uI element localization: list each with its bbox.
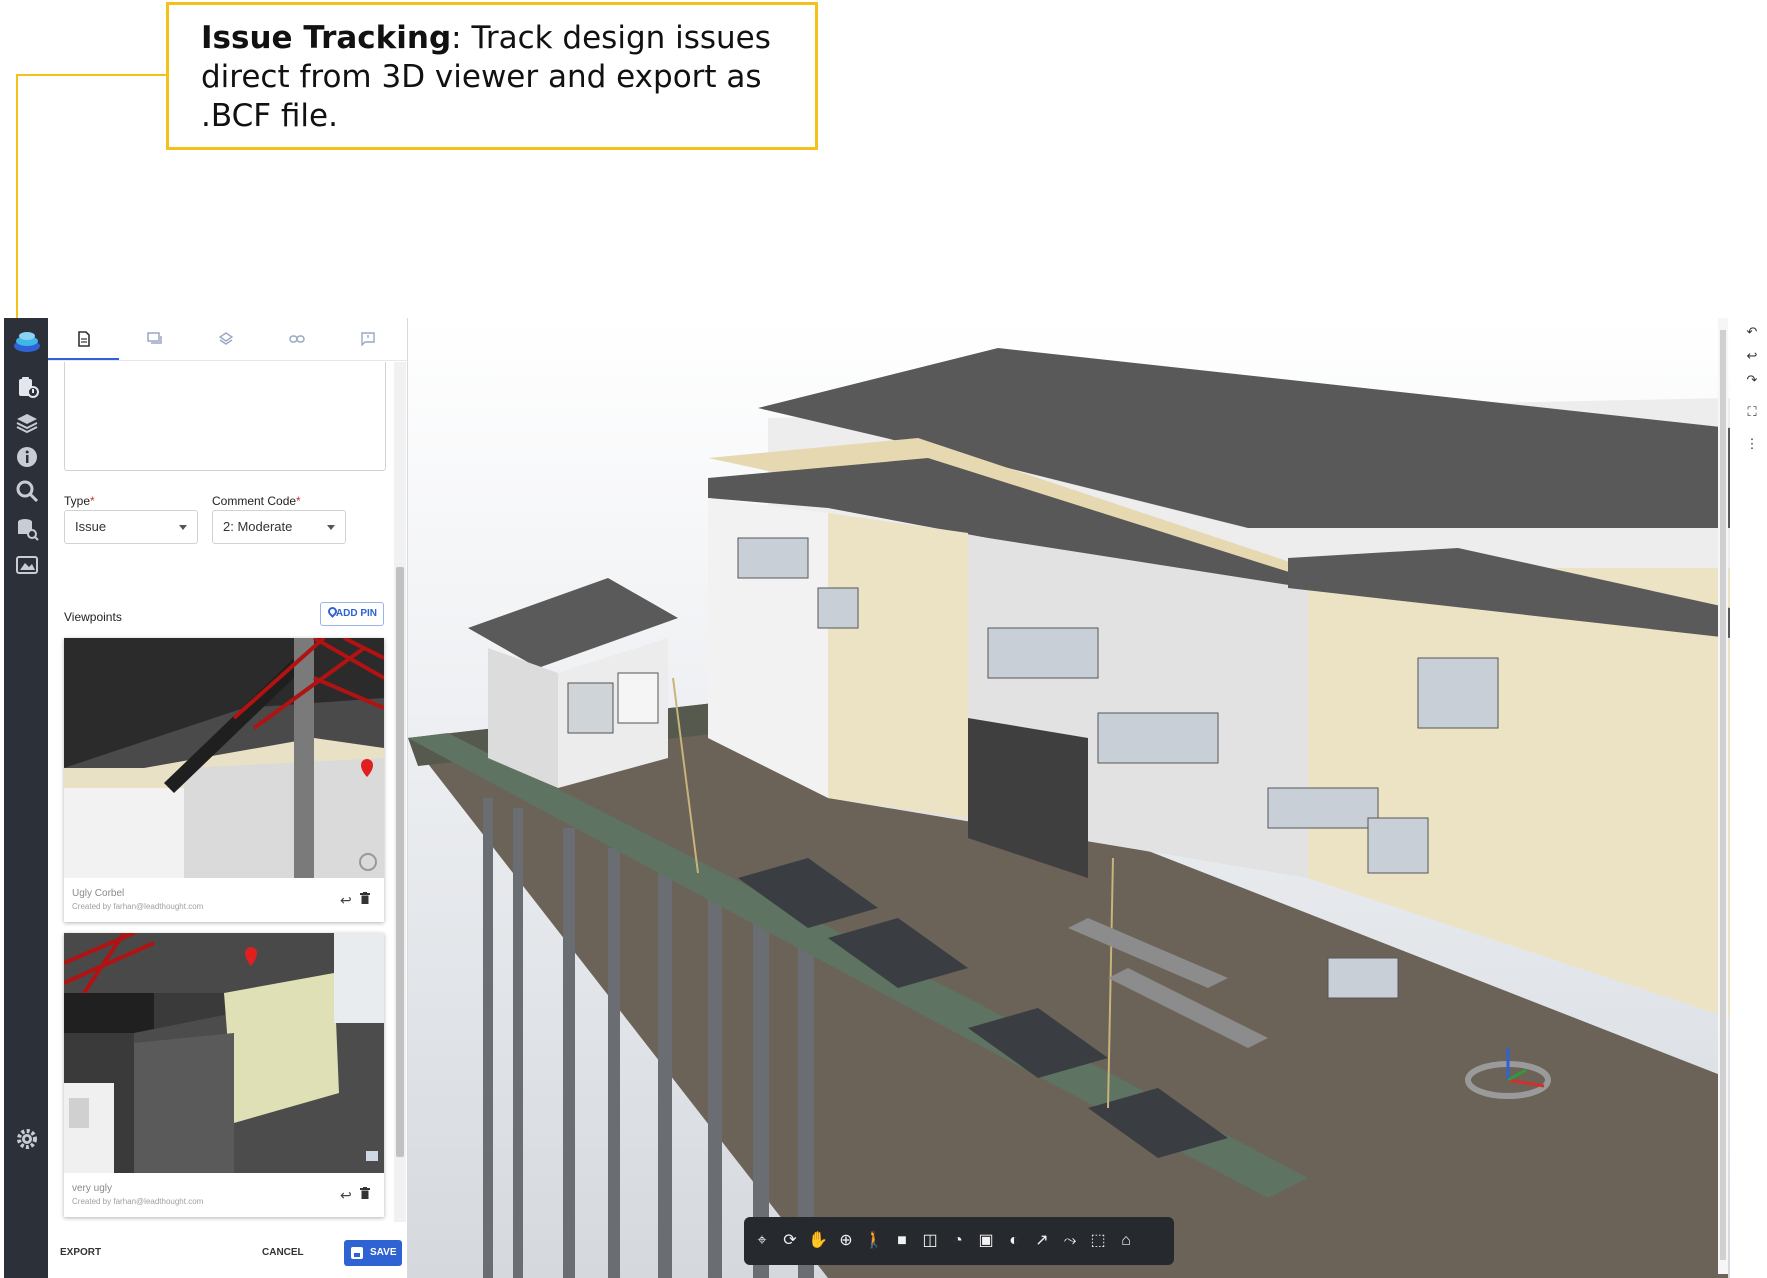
area-icon[interactable]: ▣: [974, 1229, 998, 1253]
chevron-down-icon: [179, 525, 187, 530]
viewer-toolbar: ⌖ ⟳ ✋ ⊕ 🚶 ■ ◫ ◔ ▣ ◐ ↗ ⤳ ⬚ ⌂: [744, 1217, 1174, 1265]
pan-icon[interactable]: ✋: [806, 1229, 830, 1253]
feedback-icon: [360, 332, 375, 347]
axes-icon[interactable]: ⤳: [1058, 1229, 1082, 1253]
app-logo-icon[interactable]: [11, 326, 43, 358]
settings-icon[interactable]: [14, 1126, 40, 1152]
tab-layers[interactable]: [190, 318, 261, 360]
panel-scroll-thumb[interactable]: [396, 567, 404, 1157]
viewpoint-title: Ugly Corbel: [72, 888, 125, 899]
panel-footer: EXPORT CANCEL SAVE: [48, 1230, 406, 1278]
viewpoint-author: Created by farhan@leadthought.com: [72, 1197, 204, 1206]
redo-icon[interactable]: ↷: [1742, 370, 1762, 390]
tab-links[interactable]: [261, 318, 332, 360]
building-model-render: [408, 348, 1730, 1278]
viewer-scrollbar[interactable]: [1718, 318, 1728, 1274]
tab-feedback[interactable]: [332, 318, 403, 360]
database-search-icon[interactable]: [14, 516, 40, 542]
explode-icon[interactable]: ↗: [1030, 1229, 1054, 1253]
viewpoint-render-image: [64, 638, 384, 878]
viewpoint-thumbnail[interactable]: [64, 638, 384, 878]
callout-title: Issue Tracking: [201, 20, 452, 56]
gallery-icon[interactable]: [14, 552, 40, 578]
export-button[interactable]: EXPORT: [60, 1247, 101, 1258]
camera-icon[interactable]: ■: [890, 1229, 914, 1253]
viewpoint-thumbnail[interactable]: [64, 933, 384, 1173]
section-icon[interactable]: ◫: [918, 1229, 942, 1253]
undo-icon[interactable]: ↶: [1742, 322, 1762, 342]
fullscreen-icon[interactable]: ⛶: [1742, 402, 1762, 422]
more-icon[interactable]: ⋮: [1742, 434, 1762, 454]
delete-icon[interactable]: [360, 892, 370, 904]
feature-callout: Issue Tracking: Track design issues dire…: [166, 2, 818, 150]
undo-alt-icon[interactable]: ↩: [1742, 346, 1762, 366]
tab-comments[interactable]: [119, 318, 190, 360]
viewpoint-card[interactable]: very ugly Created by farhan@leadthought.…: [64, 933, 384, 1217]
callout-leader-line: [16, 74, 166, 76]
app-window: Type* Issue Comment Code* 2: Moderate Vi…: [4, 318, 1767, 1278]
right-toolbar: ↶ ↩ ↷ ⛶ ⋮: [1736, 318, 1767, 1278]
left-nav-rail: [4, 318, 48, 1278]
viewpoint-render-image: [64, 933, 384, 1173]
comment-code-select[interactable]: 2: Moderate: [212, 510, 346, 544]
viewpoint-card[interactable]: Ugly Corbel Created by farhan@leadthough…: [64, 638, 384, 922]
issues-icon[interactable]: [14, 374, 40, 400]
reply-icon[interactable]: ↩: [340, 892, 352, 909]
home-icon[interactable]: ⌂: [1114, 1229, 1138, 1253]
info-icon[interactable]: [14, 444, 40, 470]
3d-viewer-canvas[interactable]: ⌖ ⟳ ✋ ⊕ 🚶 ■ ◫ ◔ ▣ ◐ ↗ ⤳ ⬚ ⌂: [408, 318, 1730, 1278]
type-label: Type*: [64, 494, 95, 508]
measure-icon[interactable]: ◔: [946, 1229, 970, 1253]
link-icon: [288, 335, 305, 343]
comment-code-label: Comment Code*: [212, 494, 301, 508]
viewpoint-author: Created by farhan@leadthought.com: [72, 902, 204, 911]
transparency-icon[interactable]: ◐: [1002, 1229, 1026, 1253]
orbit-icon[interactable]: ⟳: [778, 1229, 802, 1253]
issue-panel: Type* Issue Comment Code* 2: Moderate Vi…: [48, 318, 408, 1278]
viewpoints-heading: Viewpoints: [64, 610, 122, 624]
chevron-down-icon: [327, 525, 335, 530]
save-disk-icon: [351, 1247, 363, 1259]
walk-icon[interactable]: 🚶: [862, 1229, 886, 1253]
viewer-scroll-thumb[interactable]: [1720, 330, 1726, 1260]
callout-leader-line-vertical: [16, 74, 18, 332]
layers-outline-icon: [218, 331, 233, 345]
reply-icon[interactable]: ↩: [340, 1187, 352, 1204]
panel-tabs: [48, 318, 408, 361]
add-pin-button[interactable]: ADD PIN: [320, 602, 384, 626]
comment-code-value: 2: Moderate: [223, 519, 293, 534]
viewpoint-meta: very ugly Created by farhan@leadthought.…: [64, 1173, 384, 1217]
comments-icon: [146, 332, 162, 344]
search-icon[interactable]: [14, 478, 40, 504]
viewpoint-title: very ugly: [72, 1183, 113, 1194]
layers-icon[interactable]: [14, 410, 40, 436]
type-select[interactable]: Issue: [64, 510, 198, 544]
zoom-icon[interactable]: ⊕: [834, 1229, 858, 1253]
description-field[interactable]: [64, 362, 386, 471]
delete-icon[interactable]: [360, 1187, 370, 1199]
tab-details[interactable]: [48, 318, 119, 360]
save-button[interactable]: SAVE: [344, 1240, 402, 1266]
type-select-value: Issue: [75, 519, 107, 534]
panel-scrollbar[interactable]: [394, 362, 406, 1222]
document-icon: [77, 330, 90, 347]
viewpoint-meta: Ugly Corbel Created by farhan@leadthough…: [64, 878, 384, 922]
cancel-button[interactable]: CANCEL: [262, 1247, 304, 1258]
fit-view-icon[interactable]: ⌖: [750, 1229, 774, 1253]
selection-box-icon[interactable]: ⬚: [1086, 1229, 1110, 1253]
